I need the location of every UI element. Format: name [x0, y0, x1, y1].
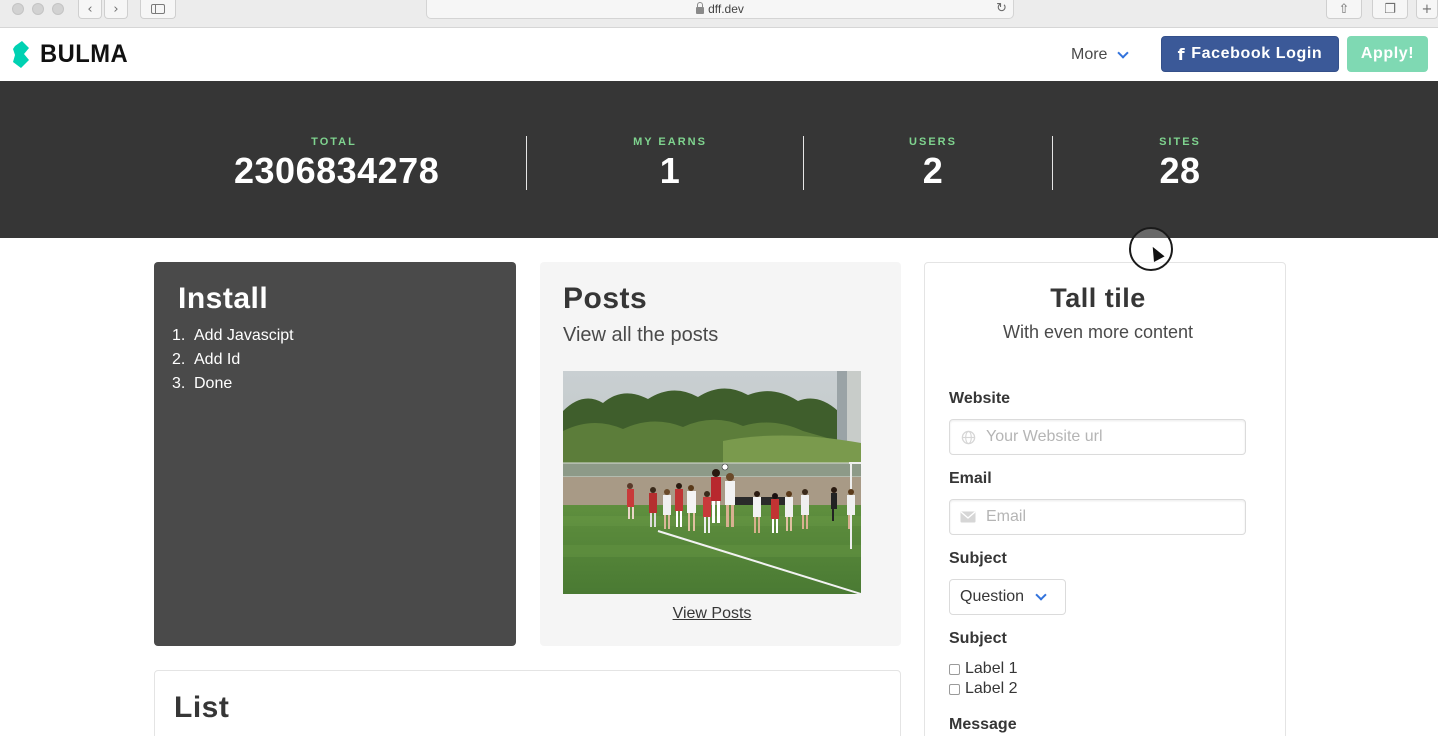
- chevron-right-icon: ›: [113, 1, 119, 17]
- address-bar[interactable]: dff.dev ↻: [426, 0, 1014, 19]
- close-window-button[interactable]: [12, 3, 24, 15]
- stat-divider: [526, 136, 527, 190]
- minimize-window-button[interactable]: [32, 3, 44, 15]
- reload-icon[interactable]: ↻: [996, 0, 1007, 16]
- brand-logo[interactable]: BULMA: [12, 40, 133, 69]
- list-item: 2. Add Id: [172, 348, 294, 372]
- tall-subtitle: With even more content: [1002, 322, 1194, 342]
- more-label: More: [1071, 46, 1108, 63]
- plus-icon: +: [1421, 1, 1433, 17]
- tabs-icon: ❐: [1384, 1, 1396, 17]
- browser-toolbar: ‹ › dff.dev ↻ ⇧ ❐ +: [0, 0, 1438, 28]
- checkbox[interactable]: [949, 683, 960, 695]
- website-field[interactable]: Your Website url: [949, 419, 1246, 455]
- globe-icon: [950, 430, 986, 445]
- email-placeholder: Email: [986, 508, 1027, 525]
- list-item: 1. Add Javascipt: [172, 324, 294, 348]
- email-field[interactable]: Email: [949, 499, 1246, 535]
- list-number: 2.: [172, 351, 186, 368]
- checkbox-label-1[interactable]: Label 1: [949, 660, 1018, 678]
- stat-total: TOTAL 2306834278: [234, 136, 440, 192]
- stat-heading: MY EARNS: [633, 136, 707, 148]
- stat-value: 2306834278: [234, 150, 440, 191]
- stat-sites: SITES 28: [1080, 136, 1280, 192]
- checkbox-text: Label 1: [965, 660, 1018, 677]
- facebook-icon: f: [1177, 44, 1186, 64]
- facebook-login-button[interactable]: f Facebook Login: [1161, 36, 1339, 72]
- subject-select[interactable]: Question: [949, 579, 1066, 615]
- subject-label: Subject: [949, 550, 1007, 567]
- facebook-login-label: Facebook Login: [1191, 45, 1323, 62]
- stat-divider: [803, 136, 804, 190]
- stat-divider: [1052, 136, 1053, 190]
- chevron-down-icon: [1117, 46, 1130, 59]
- zoom-window-button[interactable]: [52, 3, 64, 15]
- tabs-overview-button[interactable]: ❐: [1372, 0, 1408, 19]
- brand-name: BULMA: [40, 40, 129, 68]
- stats-hero: TOTAL 2306834278 MY EARNS 1 USERS 2 SITE…: [0, 81, 1438, 238]
- stat-value: 2: [922, 150, 944, 191]
- stat-value: 28: [1159, 150, 1201, 191]
- list-item: 3. Done: [172, 372, 294, 396]
- list-tile: List: [154, 670, 901, 736]
- stat-heading: SITES: [1159, 136, 1201, 148]
- more-dropdown[interactable]: More: [1071, 46, 1130, 64]
- share-button[interactable]: ⇧: [1326, 0, 1362, 19]
- share-icon: ⇧: [1338, 1, 1350, 17]
- email-label: Email: [949, 470, 992, 487]
- list-item-text: Add Id: [194, 351, 241, 368]
- list-number: 3.: [172, 375, 186, 392]
- stat-heading: TOTAL: [311, 136, 357, 148]
- stat-heading: USERS: [909, 136, 957, 148]
- checkbox-label-2[interactable]: Label 2: [949, 680, 1018, 698]
- navbar: BULMA More f Facebook Login Apply!: [0, 28, 1438, 81]
- stat-value: 1: [659, 150, 681, 191]
- list-item-text: Add Javascipt: [194, 327, 294, 344]
- install-tile: Install 1. Add Javascipt 2. Add Id 3. Done: [154, 262, 516, 646]
- subject-checkbox-label: Subject: [949, 630, 1007, 647]
- website-label: Website: [949, 390, 1011, 407]
- install-steps-list: 1. Add Javascipt 2. Add Id 3. Done: [172, 324, 294, 396]
- subject-selected-value: Question: [960, 588, 1025, 605]
- new-tab-button[interactable]: +: [1416, 0, 1438, 19]
- checkbox-text: Label 2: [965, 680, 1018, 697]
- posts-subtitle: View all the posts: [563, 324, 719, 346]
- install-title: Install: [178, 282, 269, 315]
- soccer-match-photo: [563, 371, 861, 594]
- sidebar-toggle-button[interactable]: [140, 0, 176, 19]
- forward-button[interactable]: ›: [104, 0, 128, 19]
- checkbox[interactable]: [949, 663, 960, 675]
- bulma-logo-icon: [13, 40, 29, 68]
- lock-icon: [696, 1, 705, 14]
- back-button[interactable]: ‹: [78, 0, 102, 19]
- posts-title: Posts: [563, 282, 648, 315]
- envelope-icon: [950, 511, 986, 523]
- tall-title: Tall tile: [1050, 283, 1146, 313]
- website-placeholder: Your Website url: [986, 428, 1103, 445]
- url-text: dff.dev: [708, 2, 744, 16]
- sidebar-icon: [151, 4, 165, 14]
- list-item-text: Done: [194, 375, 233, 392]
- view-posts-link[interactable]: View Posts: [540, 605, 884, 623]
- list-number: 1.: [172, 327, 186, 344]
- apply-label: Apply!: [1360, 45, 1415, 62]
- posts-tile: Posts View all the posts View Posts: [540, 262, 901, 646]
- stat-my-earns: MY EARNS 1: [570, 136, 770, 192]
- stat-users: USERS 2: [833, 136, 1033, 192]
- chevron-left-icon: ‹: [87, 1, 93, 17]
- list-title: List: [174, 691, 230, 724]
- message-label: Message: [949, 716, 1017, 733]
- apply-button[interactable]: Apply!: [1347, 36, 1428, 72]
- chevron-down-icon: [1035, 589, 1047, 601]
- tall-tile: Tall tile With even more content Website…: [924, 262, 1286, 736]
